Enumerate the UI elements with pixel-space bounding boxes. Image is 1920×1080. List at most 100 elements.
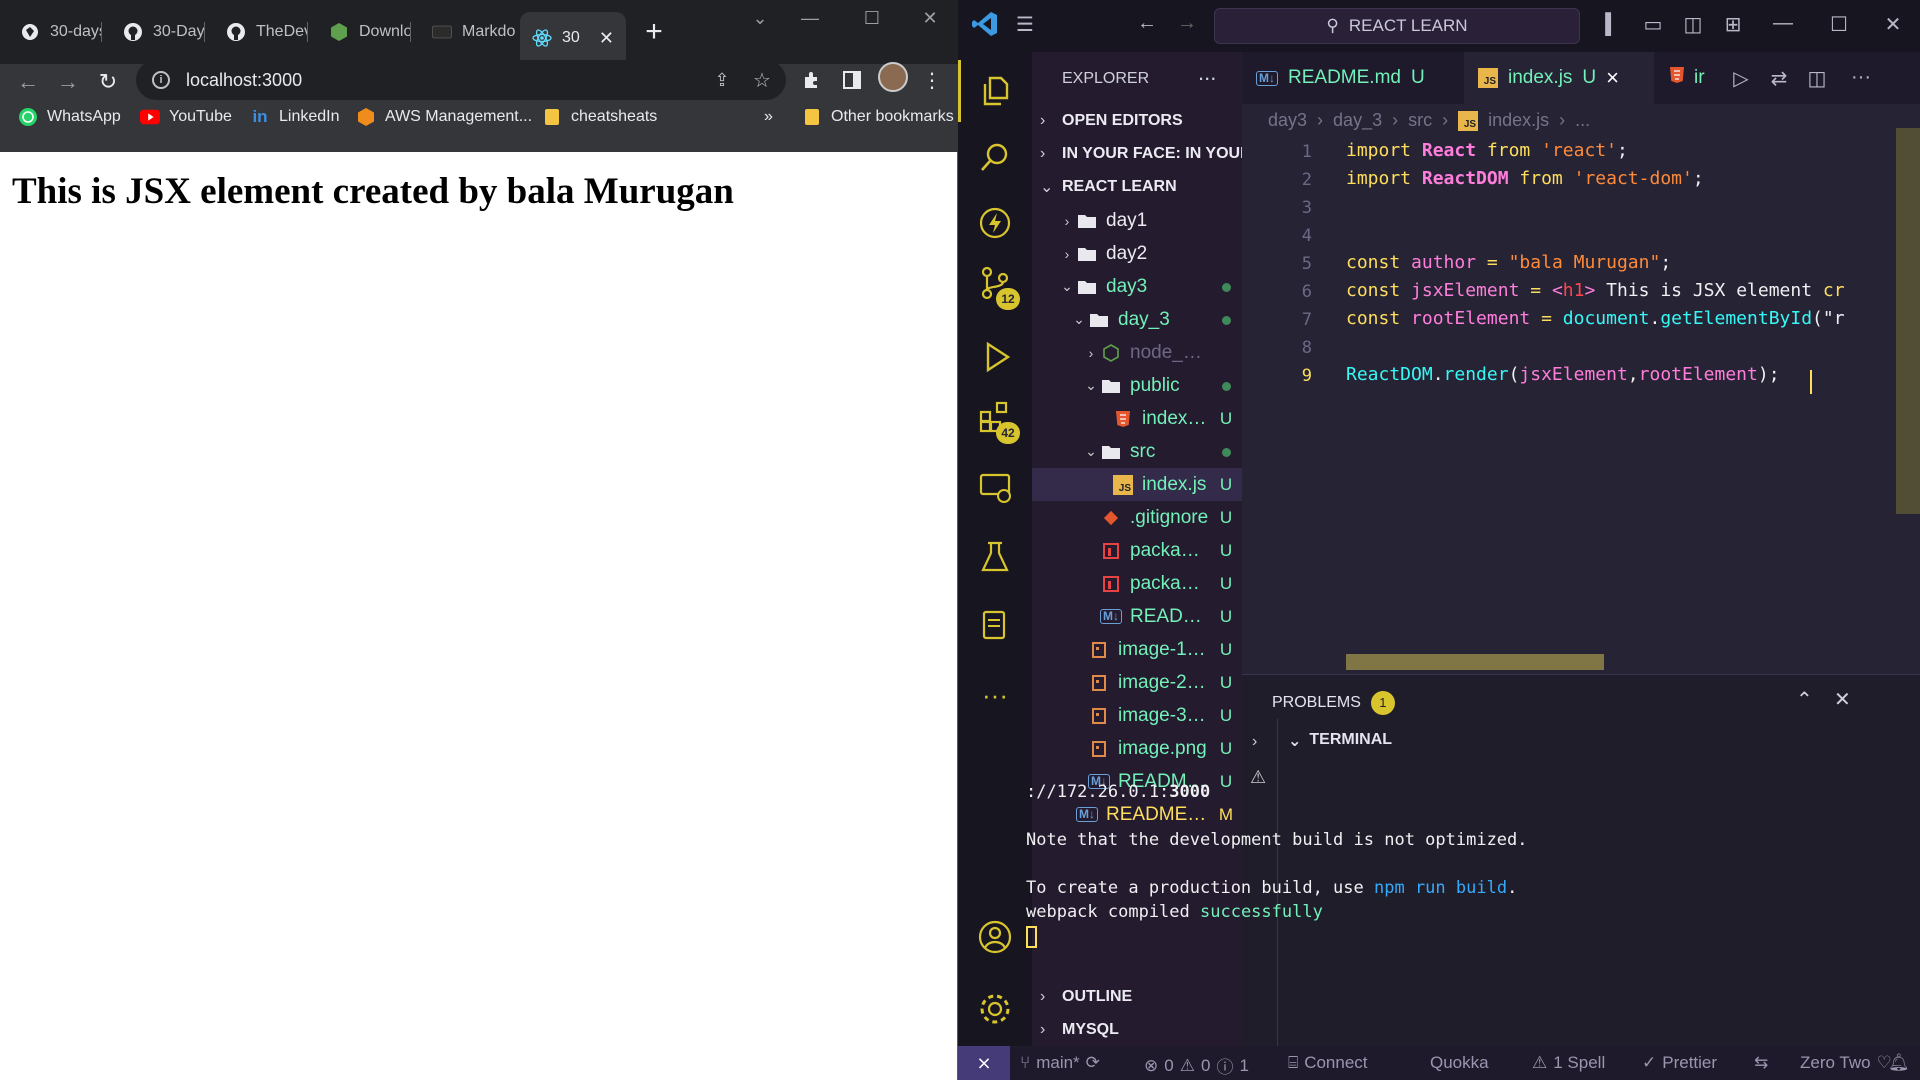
tree-file-package-json[interactable]: package.j... U — [1032, 567, 1242, 600]
search-icon[interactable] — [958, 126, 1032, 188]
tab-search-icon[interactable]: ⌄ — [740, 8, 780, 29]
live-share-icon[interactable]: ⇆ — [1754, 1053, 1768, 1073]
browser-tab-3[interactable]: TheDev — [206, 12, 308, 52]
bookmark-linkedin[interactable]: in LinkedIn — [250, 104, 339, 130]
browser-tab-active[interactable]: 30 D ✕ — [520, 12, 626, 64]
run-debug-icon[interactable] — [958, 326, 1032, 388]
forward-icon[interactable]: → — [50, 64, 86, 100]
notifications-bell-icon[interactable]: 🔔︎ — [1888, 1053, 1910, 1073]
editor-tab-readme[interactable]: M↓ README.md U — [1242, 52, 1462, 104]
tree-folder-src[interactable]: ⌄ src — [1032, 435, 1242, 468]
back-icon[interactable]: ← — [10, 64, 46, 100]
compare-changes-icon[interactable]: ⇄ — [1764, 66, 1794, 91]
address-bar[interactable]: i localhost:3000 — [136, 60, 786, 100]
tab-problems[interactable]: PROBLEMS 1 — [1272, 691, 1395, 715]
tree-file-readme-root[interactable]: M↓ README.md M — [1032, 798, 1242, 831]
warning-icon[interactable]: ⚠ — [1250, 767, 1266, 788]
tree-folder-day2[interactable]: › day2 — [1032, 237, 1242, 270]
browser-tab-2[interactable]: 30-Days — [103, 12, 205, 52]
accounts-icon[interactable] — [958, 906, 1032, 968]
vertical-scrollbar[interactable] — [1896, 128, 1920, 514]
new-tab-button[interactable]: + — [636, 14, 672, 50]
browser-tab-4[interactable]: Downlo — [309, 12, 411, 52]
vs-minimize-icon[interactable]: — — [1768, 12, 1798, 35]
code-line-9[interactable]: ReactDOM.render(jsxElement,rootElement); — [1346, 364, 1780, 385]
breadcrumb-item[interactable]: day3 — [1268, 110, 1307, 131]
tree-file-package-lock[interactable]: package-l... U — [1032, 534, 1242, 567]
explorer-more-button[interactable]: ... — [1198, 60, 1216, 86]
bookmark-whatsapp[interactable]: WhatsApp — [18, 104, 121, 130]
tree-file-image-1[interactable]: image-1.png U — [1032, 633, 1242, 666]
tree-file-image-3[interactable]: image-3.png U — [1032, 699, 1242, 732]
code-line-6[interactable]: const jsxElement = <h1> This is JSX elem… — [1346, 280, 1845, 301]
close-tab-icon[interactable]: × — [1606, 65, 1619, 91]
tree-file-gitignore[interactable]: .gitignore U — [1032, 501, 1242, 534]
breadcrumb-item[interactable]: index.js — [1488, 110, 1549, 131]
problems-status[interactable]: ⊗ 0 ⚠ 0 ⓘ 1 — [1144, 1053, 1249, 1078]
profile-avatar[interactable] — [878, 62, 908, 92]
source-control-icon[interactable]: 12 — [958, 252, 1032, 314]
menu-kebab-icon[interactable]: ⋮ — [916, 64, 948, 96]
editor-tab-index-js[interactable]: JS index.js U × — [1464, 52, 1654, 104]
close-window-icon[interactable]: ✕ — [910, 8, 950, 29]
tree-folder-public[interactable]: ⌄ public — [1032, 369, 1242, 402]
minimize-icon[interactable]: — — [790, 8, 830, 29]
code-line-5[interactable]: const author = "bala Murugan"; — [1346, 252, 1671, 273]
settings-gear-icon[interactable] — [958, 978, 1032, 1040]
terminal-header[interactable]: ⌄ TERMINAL — [1288, 731, 1392, 751]
browser-tab-1[interactable]: 30-days — [0, 12, 102, 52]
breadcrumb-item[interactable]: ... — [1575, 110, 1590, 131]
connect-status[interactable]: ⌸ Connect — [1288, 1053, 1368, 1073]
tree-folder-day1[interactable]: › day1 — [1032, 204, 1242, 237]
command-center-search[interactable]: ⚲ REACT LEARN — [1214, 8, 1580, 44]
breadcrumb-item[interactable]: src — [1408, 110, 1432, 131]
editor-more-icon[interactable]: ··· — [1846, 66, 1876, 89]
nav-forward-icon[interactable]: → — [1172, 12, 1202, 35]
tree-folder-day3[interactable]: ⌄ day3 — [1032, 270, 1242, 303]
maximize-panel-icon[interactable]: ⌃ — [1796, 687, 1813, 712]
tree-file-index-html[interactable]: index.ht... U — [1032, 402, 1242, 435]
other-bookmarks[interactable]: Other bookmarks — [802, 104, 954, 130]
customize-layout-icon[interactable]: ⊞ — [1718, 12, 1748, 37]
reload-icon[interactable]: ↻ — [90, 64, 126, 100]
testing-flask-icon[interactable] — [958, 526, 1032, 588]
menu-icon[interactable]: ☰ — [1010, 12, 1040, 37]
bookmark-youtube[interactable]: YouTube — [140, 104, 232, 130]
section-mysql[interactable]: › MYSQL — [1040, 1017, 1119, 1043]
code-line-2[interactable]: import ReactDOM from 'react-dom'; — [1346, 168, 1704, 189]
prettier-status[interactable]: ✓ Prettier — [1642, 1053, 1717, 1073]
vs-close-icon[interactable]: ✕ — [1878, 12, 1908, 37]
toggle-sidebar-icon[interactable]: ▍ — [1598, 12, 1628, 37]
toggle-panel-icon[interactable]: ▭ — [1638, 12, 1668, 37]
toggle-secondary-sidebar-icon[interactable]: ◫ — [1678, 12, 1708, 37]
maximize-icon[interactable]: ☐ — [852, 8, 892, 29]
tree-file-index-js[interactable]: JS index.js U — [1032, 468, 1242, 501]
tree-file-readme-nested[interactable]: M↓ README.... U — [1032, 600, 1242, 633]
vs-maximize-icon[interactable]: ☐ — [1824, 12, 1854, 37]
bookmark-star-icon[interactable]: ☆ — [746, 64, 778, 96]
more-views-icon[interactable]: ··· — [958, 664, 1032, 726]
share-icon[interactable]: ⇪ — [706, 64, 738, 96]
site-info-icon[interactable]: i — [152, 71, 170, 89]
spell-status[interactable]: ⚠ 1 Spell — [1532, 1053, 1605, 1073]
quokka-status[interactable]: Quokka — [1430, 1053, 1489, 1073]
close-tab-icon[interactable]: ✕ — [599, 28, 614, 49]
git-branch-status[interactable]: ⑂ main* ⟳ — [1020, 1053, 1100, 1073]
theme-status[interactable]: Zero Two ♡ — [1800, 1053, 1892, 1073]
lightning-icon[interactable] — [958, 192, 1032, 254]
bookmarks-overflow-button[interactable]: » — [764, 104, 773, 130]
section-open-editors[interactable]: › OPEN EDITORS — [1040, 108, 1183, 134]
code-line-1[interactable]: import React from 'react'; — [1346, 140, 1628, 161]
chevron-right-icon[interactable]: › — [1252, 733, 1257, 751]
horizontal-scrollbar[interactable] — [1346, 654, 1604, 670]
bookmark-aws[interactable]: AWS Management... — [356, 104, 532, 130]
nav-back-icon[interactable]: ← — [1132, 12, 1162, 35]
extensions-icon[interactable]: 42 — [958, 386, 1032, 448]
tree-file-image-2[interactable]: image-2.png U — [1032, 666, 1242, 699]
bookmark-cheatsheats[interactable]: cheatsheats — [542, 104, 657, 130]
code-line-7[interactable]: const rootElement = document.getElementB… — [1346, 308, 1845, 329]
browser-tab-5[interactable]: Markdo — [412, 12, 516, 52]
explorer-icon[interactable] — [958, 60, 1032, 122]
remote-indicator-icon[interactable]: ⨯ — [958, 1046, 1010, 1080]
tree-folder-day_3[interactable]: ⌄ day_3 — [1032, 303, 1242, 336]
